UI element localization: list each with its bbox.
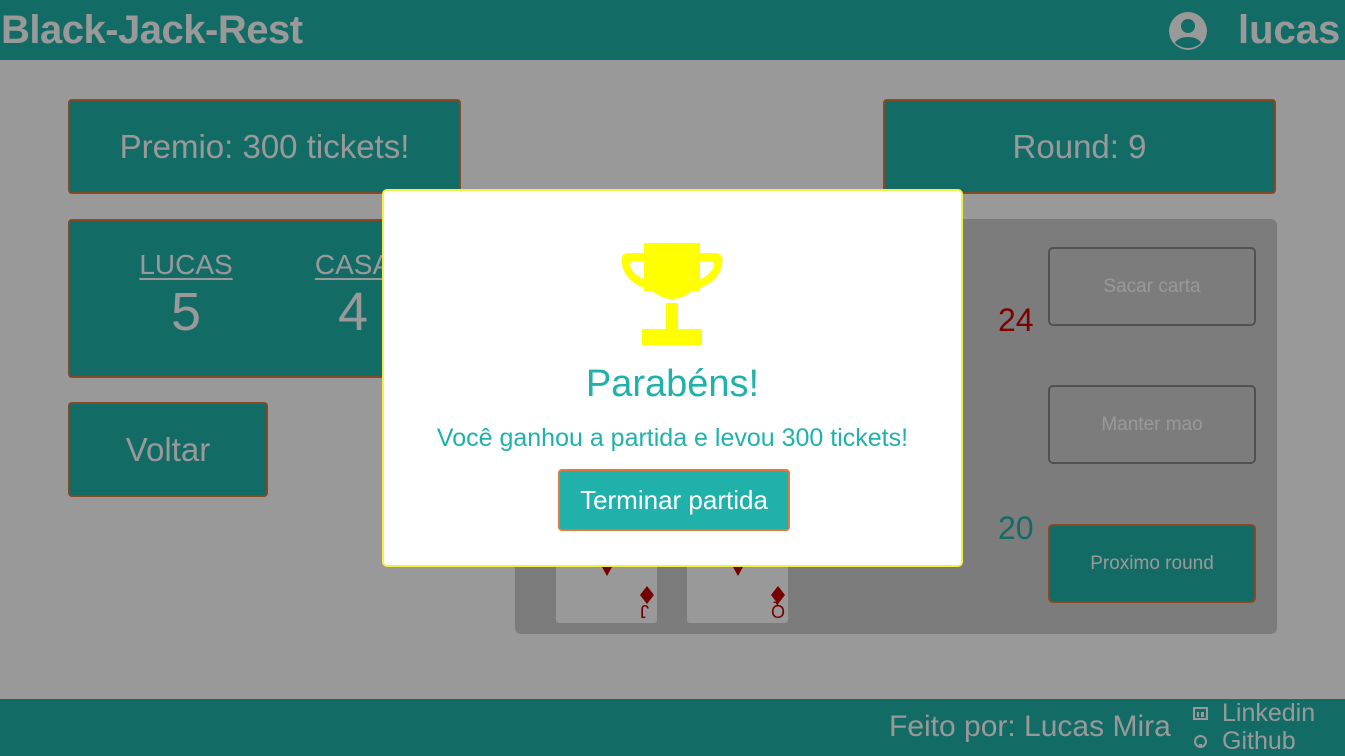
end-match-label: Terminar partida (580, 484, 768, 515)
modal-message: Você ganhou a partida e levou 300 ticket… (436, 424, 909, 452)
victory-modal: Parabéns! Você ganhou a partida e levou … (382, 189, 963, 567)
end-match-button[interactable]: Terminar partida (558, 469, 790, 531)
modal-title: Parabéns! (585, 363, 760, 405)
trophy-icon (621, 243, 723, 345)
